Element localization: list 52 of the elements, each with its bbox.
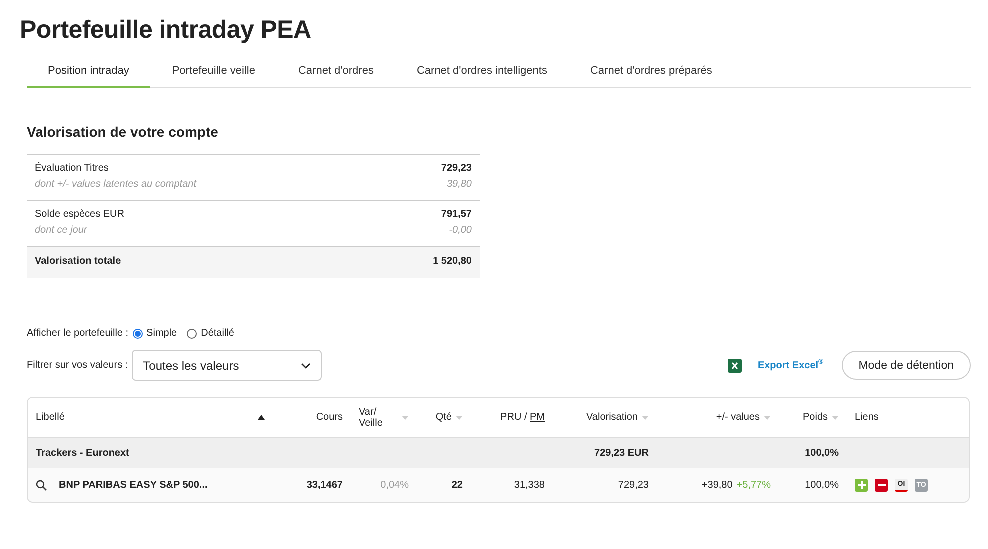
table-cell-text: 729,23 xyxy=(617,480,650,490)
total-label: Valorisation totale xyxy=(35,256,122,267)
radio-label[interactable]: Détaillé xyxy=(201,328,234,339)
table-cell-text: 100,0% xyxy=(804,480,840,490)
filter-dropdown[interactable]: Toutes les valeurs xyxy=(132,350,322,381)
minus-icon[interactable] xyxy=(875,478,888,492)
column-header[interactable]: Liens xyxy=(847,412,969,423)
group-weight: 100,0% xyxy=(804,448,840,458)
column-header[interactable]: PRU / PM xyxy=(471,412,553,423)
row-sublabel: dont ce jour xyxy=(35,225,88,236)
total-value: 1 520,80 xyxy=(433,256,472,267)
table-cell-text: 22 xyxy=(450,480,464,490)
tab[interactable]: Portefeuille veille xyxy=(151,61,276,88)
radio-label[interactable]: Simple xyxy=(146,328,178,339)
filter-label: Filtrer sur vos valeurs : xyxy=(27,360,128,371)
row-subvalue: -0,00 xyxy=(448,225,472,236)
chevron-down-icon[interactable] xyxy=(301,362,312,368)
row-label: Solde espèces EUR xyxy=(35,209,126,220)
row-sublabel: dont +/- values latentes au comptant xyxy=(35,179,198,190)
column-header[interactable]: Poids xyxy=(779,412,847,423)
column-header[interactable]: Cours xyxy=(273,412,351,423)
radio-button[interactable] xyxy=(187,328,198,338)
radio-button[interactable] xyxy=(132,328,143,338)
holding-mode-button[interactable]: Mode de détention xyxy=(842,351,971,380)
tab[interactable]: Carnet d'ordres xyxy=(277,61,395,88)
column-header[interactable]: Var/ Veille xyxy=(351,406,417,428)
row-value: 791,57 xyxy=(441,209,472,220)
table-cell-text: 0,04% xyxy=(380,480,410,490)
search-icon[interactable] xyxy=(36,480,47,490)
row-subvalue: 39,80 xyxy=(446,179,472,190)
table-cell-text: +39,80 +5,77% xyxy=(700,480,772,490)
table-cell-text: 31,338 xyxy=(513,480,546,490)
display-label: Afficher le portefeuille : xyxy=(27,328,129,339)
page-title: Portefeuille intraday PEA xyxy=(20,16,312,45)
column-header[interactable]: Libellé xyxy=(28,412,273,423)
plus-icon[interactable] xyxy=(855,478,868,492)
section-title: Valorisation de votre compte xyxy=(27,124,220,140)
tab[interactable]: Carnet d'ordres intelligents xyxy=(396,61,568,88)
group-value: 729,23 EUR xyxy=(594,448,650,458)
spreadsheet-icon[interactable] xyxy=(728,358,742,372)
security-name[interactable]: BNP PARIBAS EASY S&P 500... xyxy=(59,480,208,490)
export-link[interactable]: Export Excel$^{®}$ xyxy=(758,359,824,372)
sort-ascending-icon[interactable] xyxy=(258,415,265,420)
tab[interactable]: Carnet d'ordres préparés xyxy=(569,61,734,88)
row-label: Évaluation Titres xyxy=(35,163,110,174)
row-value: 729,23 xyxy=(441,163,472,174)
table-cell-text: 33,1467 xyxy=(306,480,344,490)
group-name: Trackers - Euronext xyxy=(35,448,130,458)
column-header[interactable]: +/- values xyxy=(657,412,779,423)
tab[interactable]: Position intraday xyxy=(27,61,150,88)
column-header[interactable]: Valorisation xyxy=(553,412,657,423)
column-header[interactable]: Qté xyxy=(417,412,471,423)
